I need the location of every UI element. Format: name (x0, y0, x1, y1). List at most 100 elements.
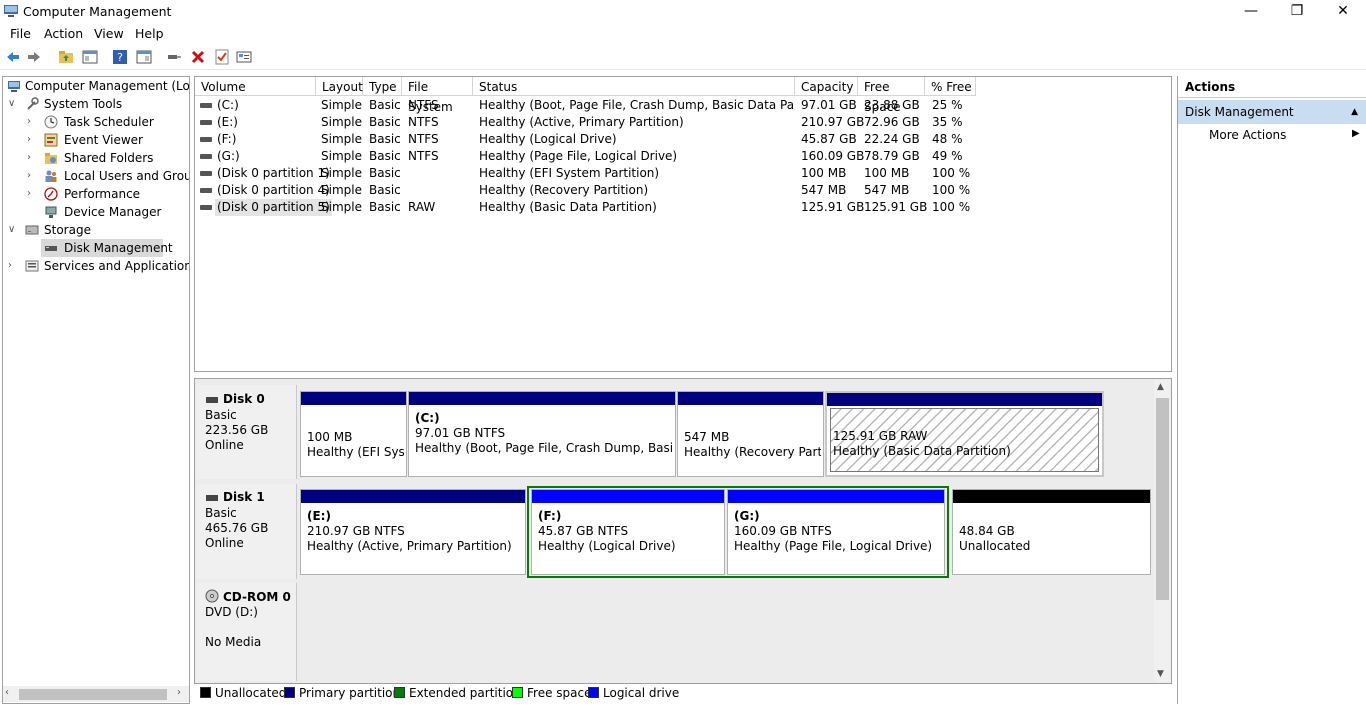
submenu-arrow-icon[interactable]: ▶ (1352, 128, 1360, 139)
chevron-down-icon[interactable]: ∨ (8, 95, 18, 113)
table-row[interactable]: (F:) Simple Basic NTFS Healthy (Logical … (195, 131, 1171, 148)
column-header-type[interactable]: Type (363, 77, 402, 96)
chevron-right-icon[interactable]: › (27, 131, 37, 149)
forward-arrow-icon[interactable] (26, 49, 42, 65)
connect-icon[interactable] (166, 49, 182, 65)
cell-free-space: 547 MB (864, 183, 910, 197)
actions-section-disk-management[interactable]: Disk Management ▲ (1178, 100, 1366, 124)
menu-file[interactable]: File (10, 26, 31, 41)
shared-folder-icon (45, 153, 57, 164)
column-header-free-space[interactable]: Free Space (858, 77, 925, 114)
tree-item-storage[interactable]: ∨ Storage (3, 221, 189, 239)
menu-view[interactable]: View (94, 26, 124, 41)
restore-button[interactable]: ❐ (1274, 0, 1320, 24)
show-hide-tree-icon[interactable] (82, 49, 98, 65)
help-icon[interactable]: ? (112, 49, 128, 65)
close-window-button[interactable]: ✕ (1320, 0, 1366, 24)
cdrom-0-info[interactable]: CD-ROM 0 DVD (D:) No Media (197, 583, 297, 681)
column-header-volume[interactable]: Volume (195, 77, 316, 96)
chevron-right-icon[interactable]: › (27, 113, 37, 131)
disk-status: Online (205, 438, 244, 452)
chevron-right-icon[interactable]: › (27, 167, 37, 185)
more-actions-item[interactable]: More Actions (1209, 128, 1286, 142)
partition-unallocated[interactable]: 48.84 GB Unallocated (952, 489, 1151, 575)
minimize-button[interactable]: — (1228, 0, 1274, 24)
cell-free-space: 78.79 GB (864, 149, 920, 163)
back-arrow-icon[interactable] (5, 49, 21, 65)
table-row[interactable]: (Disk 0 partition 4) Simple Basic Health… (195, 182, 1171, 199)
tree-label: Storage (44, 223, 91, 237)
partition-recovery[interactable]: 547 MB Healthy (Recovery Partiti (677, 391, 824, 477)
delete-icon[interactable] (190, 49, 206, 65)
column-header-capacity[interactable]: Capacity (795, 77, 858, 96)
chevron-right-icon[interactable]: › (8, 257, 18, 275)
table-row[interactable]: (G:) Simple Basic NTFS Healthy (Page Fil… (195, 148, 1171, 165)
scroll-left-icon[interactable]: ‹ (5, 687, 9, 698)
column-header-percent-free[interactable]: % Free (925, 77, 976, 96)
disk-icon (206, 495, 218, 501)
tree-item-disk-management[interactable]: Disk Management (41, 239, 173, 257)
chevron-right-icon[interactable]: › (27, 185, 37, 203)
partition-c[interactable]: (C:) 97.01 GB NTFS Healthy (Boot, Page F… (408, 391, 676, 477)
cell-file-system: NTFS (408, 149, 439, 163)
partition-status: Healthy (Logical Drive) (538, 539, 676, 553)
disk-name: Disk 0 (223, 392, 265, 406)
cell-percent-free: 100 % (932, 200, 971, 214)
tree-horizontal-scrollbar[interactable]: ‹ › (3, 686, 189, 702)
scroll-thumb[interactable] (1156, 398, 1169, 600)
scroll-right-icon[interactable]: › (177, 687, 181, 698)
tree-item-shared-folders[interactable]: › Shared Folders (3, 149, 189, 167)
tree-label: Event Viewer (64, 133, 143, 147)
tree-item-services-applications[interactable]: › Services and Applications (3, 257, 189, 275)
partition-raw[interactable]: 125.91 GB RAW Healthy (Basic Data Partit… (825, 391, 1104, 477)
table-row[interactable]: (C:) Simple Basic NTFS Healthy (Boot, Pa… (195, 97, 1171, 114)
menu-help[interactable]: Help (135, 26, 164, 41)
cell-status: Healthy (Active, Primary Partition) (479, 115, 684, 129)
partition-label: (F:) (538, 509, 562, 523)
tree-item-performance[interactable]: › Performance (3, 185, 189, 203)
chevron-right-icon[interactable]: › (27, 149, 37, 167)
disk-0-info[interactable]: Disk 0 Basic 223.56 GB Online (197, 385, 297, 479)
cell-layout: Simple (321, 149, 362, 163)
console-icon[interactable] (236, 49, 252, 65)
partition-g[interactable]: (G:) 160.09 GB NTFS Healthy (Page File, … (727, 489, 945, 575)
cell-status: Healthy (EFI System Partition) (479, 166, 660, 180)
disk-size: 223.56 GB (205, 423, 269, 437)
unallocated-bar (953, 490, 1150, 503)
svg-text:?: ? (117, 51, 123, 64)
table-row[interactable]: (Disk 0 partition 1) Simple Basic Health… (195, 165, 1171, 182)
column-header-file-system[interactable]: File System (402, 77, 473, 114)
disk-1-info[interactable]: Disk 1 Basic 465.76 GB Online (197, 484, 297, 579)
tree-item-event-viewer[interactable]: › Event Viewer (3, 131, 189, 149)
column-header-layout[interactable]: Layout (316, 77, 363, 96)
tree-item-computer-management[interactable]: Computer Management (Local (3, 77, 189, 95)
up-folder-icon[interactable] (58, 49, 74, 65)
menu-action[interactable]: Action (44, 26, 83, 41)
table-row[interactable]: (Disk 0 partition 5) Simple Basic RAW He… (195, 199, 1171, 216)
column-header-status[interactable]: Status (473, 77, 795, 96)
disk-map-scrollbar[interactable]: ▲ ▼ (1154, 380, 1171, 682)
disk-name: Disk 1 (223, 490, 265, 504)
partition-e[interactable]: (E:) 210.97 GB NTFS Healthy (Active, Pri… (300, 489, 526, 575)
cdrom-media: No Media (205, 635, 262, 649)
table-row[interactable]: (E:) Simple Basic NTFS Healthy (Active, … (195, 114, 1171, 131)
legend-label: Primary partition (299, 686, 401, 700)
check-icon[interactable] (214, 49, 230, 65)
cell-capacity: 547 MB (801, 183, 847, 197)
collapse-up-icon[interactable]: ▲ (1351, 100, 1358, 124)
partition-efi[interactable]: 100 MB Healthy (EFI Syste (300, 391, 407, 477)
chevron-down-icon[interactable]: ∨ (8, 221, 18, 239)
tree-item-local-users[interactable]: › Local Users and Groups (3, 167, 189, 185)
scroll-up-icon[interactable]: ▲ (1157, 382, 1164, 392)
tree-item-device-manager[interactable]: Device Manager (3, 203, 189, 221)
tree-item-task-scheduler[interactable]: › Task Scheduler (3, 113, 189, 131)
scroll-down-icon[interactable]: ▼ (1157, 669, 1164, 679)
cell-capacity: 97.01 GB (801, 98, 857, 112)
partition-status: Healthy (Basic Data Partition) (833, 444, 1011, 458)
disk-status: Online (205, 536, 244, 550)
partition-label: (G:) (734, 509, 760, 523)
properties-icon[interactable] (136, 49, 152, 65)
partition-f[interactable]: (F:) 45.87 GB NTFS Healthy (Logical Driv… (531, 489, 725, 575)
tree-item-system-tools[interactable]: ∨ System Tools (3, 95, 189, 113)
scroll-thumb[interactable] (19, 689, 167, 700)
